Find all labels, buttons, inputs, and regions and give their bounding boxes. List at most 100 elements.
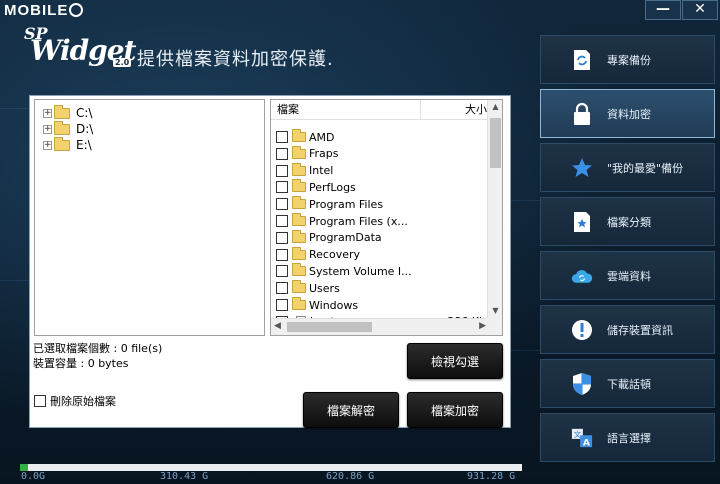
sidebar-item-favorites-backup[interactable]: "我的最愛"備份 — [540, 143, 715, 192]
sidebar-item-cloud-data[interactable]: 雲端資料 — [540, 251, 715, 300]
file-checkbox[interactable] — [276, 265, 288, 278]
file-checkbox[interactable] — [276, 131, 288, 143]
file-checkbox[interactable] — [276, 248, 288, 261]
encrypt-button[interactable]: 檔案加密 — [407, 392, 503, 428]
file-checkbox[interactable] — [276, 215, 288, 227]
file-name: Fraps — [309, 147, 339, 161]
drive-tree[interactable]: + C:\ + D:\ + E:\ — [34, 99, 265, 336]
scroll-down-icon[interactable]: ▼ — [488, 306, 502, 318]
close-button[interactable]: ✕ — [682, 0, 718, 20]
vertical-scrollbar[interactable]: ▲ ▼ — [487, 100, 502, 320]
file-name: Users — [309, 281, 340, 295]
sidebar-item-label: 專案備份 — [607, 53, 651, 67]
column-header-size[interactable]: 大小 — [421, 100, 489, 119]
sidebar-item-label: "我的最愛"備份 — [607, 161, 684, 175]
device-capacity: 裝置容量 : 0 bytes — [33, 357, 129, 370]
scroll-up-icon[interactable]: ▲ — [488, 102, 502, 114]
file-list-row[interactable]: Program Files (x... — [276, 213, 486, 229]
minimize-button[interactable]: — — [645, 0, 681, 20]
delete-original-label: 刪除原始檔案 — [50, 395, 116, 408]
folder-icon — [292, 162, 306, 176]
sidebar-item-label: 下載話頓 — [607, 377, 651, 391]
app-window: MOBILE SP Widget 2.0 提供檔案資料加密保護. — ✕ + C… — [0, 0, 720, 484]
sidebar-nav: 專案備份 資料加密 "我的最愛"備份 檔案分類 雲端資料 儲存裝置資訊 下載話頓… — [540, 35, 720, 484]
scroll-right-icon[interactable]: ▶ — [479, 321, 486, 331]
file-list-row[interactable]: Windows — [276, 297, 486, 313]
file-list-header: 檔案 大小 — [271, 100, 489, 120]
sidebar-item-project-backup[interactable]: 專案備份 — [540, 35, 715, 84]
file-name: AMD — [309, 130, 335, 144]
lock-icon — [571, 102, 593, 125]
info-icon — [571, 319, 593, 341]
folder-icon — [292, 229, 306, 243]
sidebar-item-download[interactable]: 下載話頓 — [540, 359, 715, 408]
expand-icon[interactable]: + — [43, 108, 52, 118]
view-checked-button[interactable]: 檢視勾選 — [407, 343, 503, 379]
cloud-sync-icon — [571, 265, 593, 287]
file-checkbox[interactable] — [276, 282, 288, 295]
tree-item-label: E:\ — [76, 138, 92, 152]
storage-usage-bar — [20, 464, 522, 471]
scrollbar-corner — [487, 318, 502, 335]
file-list-row[interactable]: Users — [276, 280, 486, 296]
file-checkbox[interactable] — [276, 299, 288, 311]
file-name: Windows — [309, 298, 359, 312]
sidebar-item-label: 儲存裝置資訊 — [607, 323, 673, 337]
tree-item-d[interactable]: + D:\ — [43, 120, 94, 137]
folder-icon — [292, 179, 306, 193]
storage-usage-fill — [20, 464, 28, 471]
tree-item-label: D:\ — [76, 122, 94, 136]
expand-icon[interactable]: + — [43, 124, 52, 134]
storage-tick: 310.43 G — [160, 471, 209, 482]
horizontal-scrollbar[interactable]: ◀ ▶ — [271, 318, 489, 335]
sidebar-item-storage-info[interactable]: 儲存裝置資訊 — [540, 305, 715, 354]
sidebar-item-data-encryption[interactable]: 資料加密 — [540, 89, 715, 138]
folder-icon — [292, 297, 306, 310]
file-checkbox[interactable] — [276, 147, 288, 160]
expand-icon[interactable]: + — [43, 140, 52, 150]
file-name: System Volume I... — [309, 264, 412, 278]
scroll-left-icon[interactable]: ◀ — [274, 321, 281, 331]
folder-icon — [292, 129, 306, 142]
file-list-row[interactable]: Recovery — [276, 246, 486, 263]
file-checkbox[interactable] — [276, 198, 288, 211]
file-checkbox[interactable] — [276, 181, 288, 194]
tree-item-c[interactable]: + C:\ — [43, 104, 92, 121]
backup-sync-icon — [571, 49, 593, 71]
file-name: Recovery — [309, 248, 361, 262]
selected-count: 已選取檔案個數 : 0 file(s) — [33, 342, 163, 355]
tree-item-e[interactable]: + E:\ — [43, 136, 92, 153]
file-list-row[interactable]: System Volume I... — [276, 263, 486, 279]
logo-version: 2.0 — [113, 58, 132, 67]
watermark-logo-icon — [69, 3, 84, 17]
file-list-row[interactable]: PerfLogs — [276, 179, 486, 195]
decrypt-button[interactable]: 檔案解密 — [303, 392, 399, 428]
file-checkbox[interactable] — [276, 164, 288, 177]
bg-line — [0, 280, 29, 281]
sidebar-item-language[interactable]: 文A 語言選擇 — [540, 413, 715, 462]
column-header-name[interactable]: 檔案 — [271, 100, 421, 119]
bg-line — [511, 350, 540, 351]
file-name: PerfLogs — [309, 180, 356, 194]
storage-tick: 620.86 G — [326, 471, 375, 482]
scroll-thumb[interactable] — [287, 322, 372, 332]
folder-icon — [292, 263, 306, 277]
folder-icon — [292, 145, 306, 159]
sidebar-item-label: 雲端資料 — [607, 269, 651, 283]
file-list-row[interactable]: Intel — [276, 162, 486, 179]
file-list-row[interactable]: ProgramData — [276, 229, 486, 246]
folder-icon — [292, 246, 306, 260]
file-list-row[interactable]: Program Files — [276, 196, 486, 212]
sidebar-item-file-classification[interactable]: 檔案分類 — [540, 197, 715, 246]
storage-tick: 0.0G — [21, 471, 46, 482]
folder-icon — [54, 136, 70, 151]
file-list-row[interactable]: AMD — [276, 129, 486, 145]
file-name: ProgramData — [309, 231, 382, 245]
file-checkbox[interactable] — [276, 231, 288, 244]
folder-icon — [292, 280, 306, 294]
file-list-row[interactable]: Fraps — [276, 145, 486, 162]
delete-original-checkbox[interactable] — [34, 395, 46, 407]
delete-original-option[interactable]: 刪除原始檔案 — [34, 393, 116, 409]
document-star-icon — [571, 211, 593, 233]
scroll-thumb[interactable] — [490, 118, 501, 168]
